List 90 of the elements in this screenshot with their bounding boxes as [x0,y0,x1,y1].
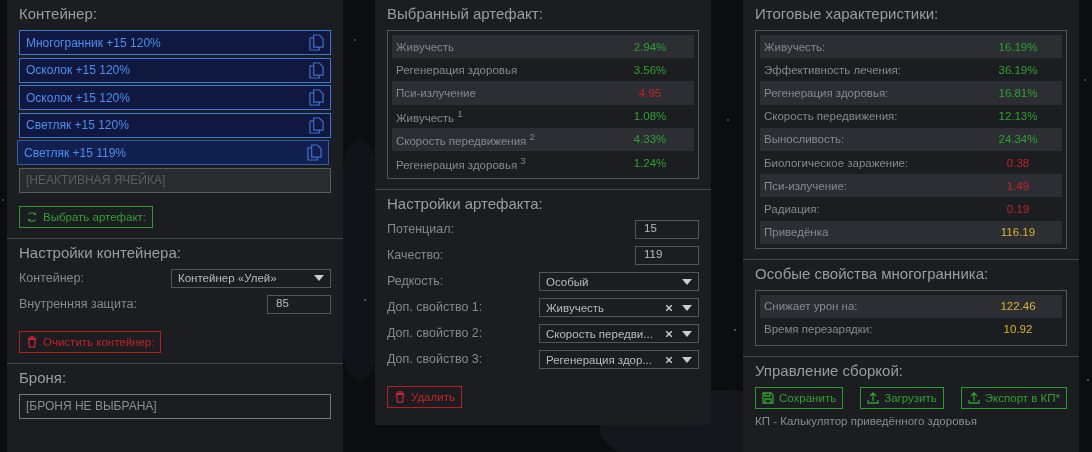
caret-icon [682,330,692,337]
section-title: Управление сборкой: [755,361,904,382]
clear-container-button[interactable]: Очистить контейнер: [19,330,162,353]
stat-name: Время перезарядки: [764,323,873,336]
caret-icon [682,304,692,311]
stat-name: Живучесть $^{1}$ [396,108,463,125]
section-title: Настройки контейнера: [19,242,182,263]
upload-button[interactable]: Экспорт в КП* [960,387,1067,410]
caret-icon [682,278,692,285]
clear-icon[interactable] [666,356,672,363]
copy-icon[interactable] [309,61,324,79]
stat-value: 16.19% [997,40,1039,53]
copy-icon[interactable] [309,89,324,107]
container-select[interactable]: Контейнер «Улей» [171,268,331,288]
stat-value: 1.49 [1005,179,1031,192]
stat-value: 36.19% [997,63,1039,76]
stat-name: Пси-излучение [396,86,476,99]
stat-name: Снижает урон на: [764,300,858,313]
stat-name: Эффективность лечения: [764,63,901,76]
stat-value: 16.81% [997,86,1039,99]
stat-name: Скорость передвижения: [764,110,898,123]
stat-value: 116.19 [999,226,1037,239]
trash-icon [394,391,406,404]
delete-button[interactable]: Удалить [387,386,462,409]
trash-icon [26,335,38,348]
armor-field[interactable]: [БРОНЯ НЕ ВЫБРАНА] [19,393,331,419]
stat-name: Радиация: [764,202,820,215]
stat-name: Живучесть: [764,40,826,53]
artifact-slot[interactable]: Светляк +15 120% [19,112,331,138]
artifact-slot[interactable]: Многогранник +15 120% [19,30,331,55]
field-label: Качество: [387,248,444,263]
section-title: Контейнер: [19,4,98,24]
stat-value: 3.56% [632,63,668,76]
stat-value: 1.24% [632,156,668,169]
upload-icon [967,392,980,405]
floppy-icon [762,392,774,405]
number-field[interactable]: 15 [635,220,699,240]
stat-value: 10.92 [1002,323,1034,336]
refresh-icon [26,210,38,223]
property-select[interactable]: Регенерация здор... [539,350,699,370]
field-label: Доп. свойство 1: [387,300,483,315]
number-field[interactable]: 119 [635,246,699,266]
stat-name: Живучесть [396,40,455,53]
stat-value: 4.33% [632,133,668,146]
upload-button[interactable]: Загрузить [860,387,944,410]
section-title: Броня: [19,367,68,388]
stat-name: Регенерация здоровья: [764,86,889,99]
footnote: КП - Калькулятор приведённого здоровья [755,415,978,428]
stat-value: 1.08% [632,110,668,123]
field-label: Контейнер: [19,270,84,285]
property-select[interactable]: Живучесть [539,298,699,318]
section-title: Выбранный артефакт: [387,4,544,24]
stat-value: 0.38 [1005,156,1031,169]
caret-icon [682,356,692,363]
copy-icon[interactable] [309,116,324,134]
stat-name: Регенерация здоровья [396,63,518,76]
stat-name: Выносливость: [764,133,845,146]
artifact-slot[interactable]: Осколок +15 120% [19,85,331,111]
stat-name: Регенерация здоровья $^{3}$ [396,154,526,171]
clear-icon[interactable] [666,330,672,337]
field-label: Доп. свойство 3: [387,352,483,367]
section-title: Итоговые характеристики: [755,4,940,24]
stat-value: 0.19 [1005,202,1031,215]
stat-value: 24.34% [997,133,1039,146]
caret-icon [314,275,324,282]
section-title: Настройки артефакта: [387,194,544,215]
number-field[interactable]: 85 [267,294,331,314]
clear-icon[interactable] [666,304,672,311]
stat-value: 122.46 [999,300,1037,313]
stat-name: Скорость передвижения $^{2}$ [396,131,535,148]
field-label: Редкость: [387,274,444,289]
copy-icon[interactable] [307,144,322,162]
field-label: Внутренняя защита: [19,296,137,311]
upload-icon [867,392,880,405]
copy-icon[interactable] [309,34,324,51]
stat-name: Биологическое заражение: [764,156,909,169]
stat-value: 4.95 [637,86,663,99]
section-title: Особые свойства многогранника: [755,263,990,284]
field-label: Доп. свойство 2: [387,326,483,341]
artifact-slot[interactable]: Осколок +15 120% [19,57,331,83]
artifact-slot[interactable]: Светляк +15 119% [17,140,329,166]
field-label: Потенциал: [387,222,454,237]
stat-name: Приведёнка [764,226,829,239]
property-select[interactable]: Особый [539,272,699,292]
pick-artifact-button[interactable]: Выбрать артефакт: [19,205,154,228]
property-select[interactable]: Скорость передви... [539,324,699,344]
stat-name: Пси-излучение: [764,179,848,192]
save-button[interactable]: Сохранить [755,387,844,410]
stat-value: 12.13% [997,110,1039,123]
stat-value: 2.94% [632,40,668,53]
